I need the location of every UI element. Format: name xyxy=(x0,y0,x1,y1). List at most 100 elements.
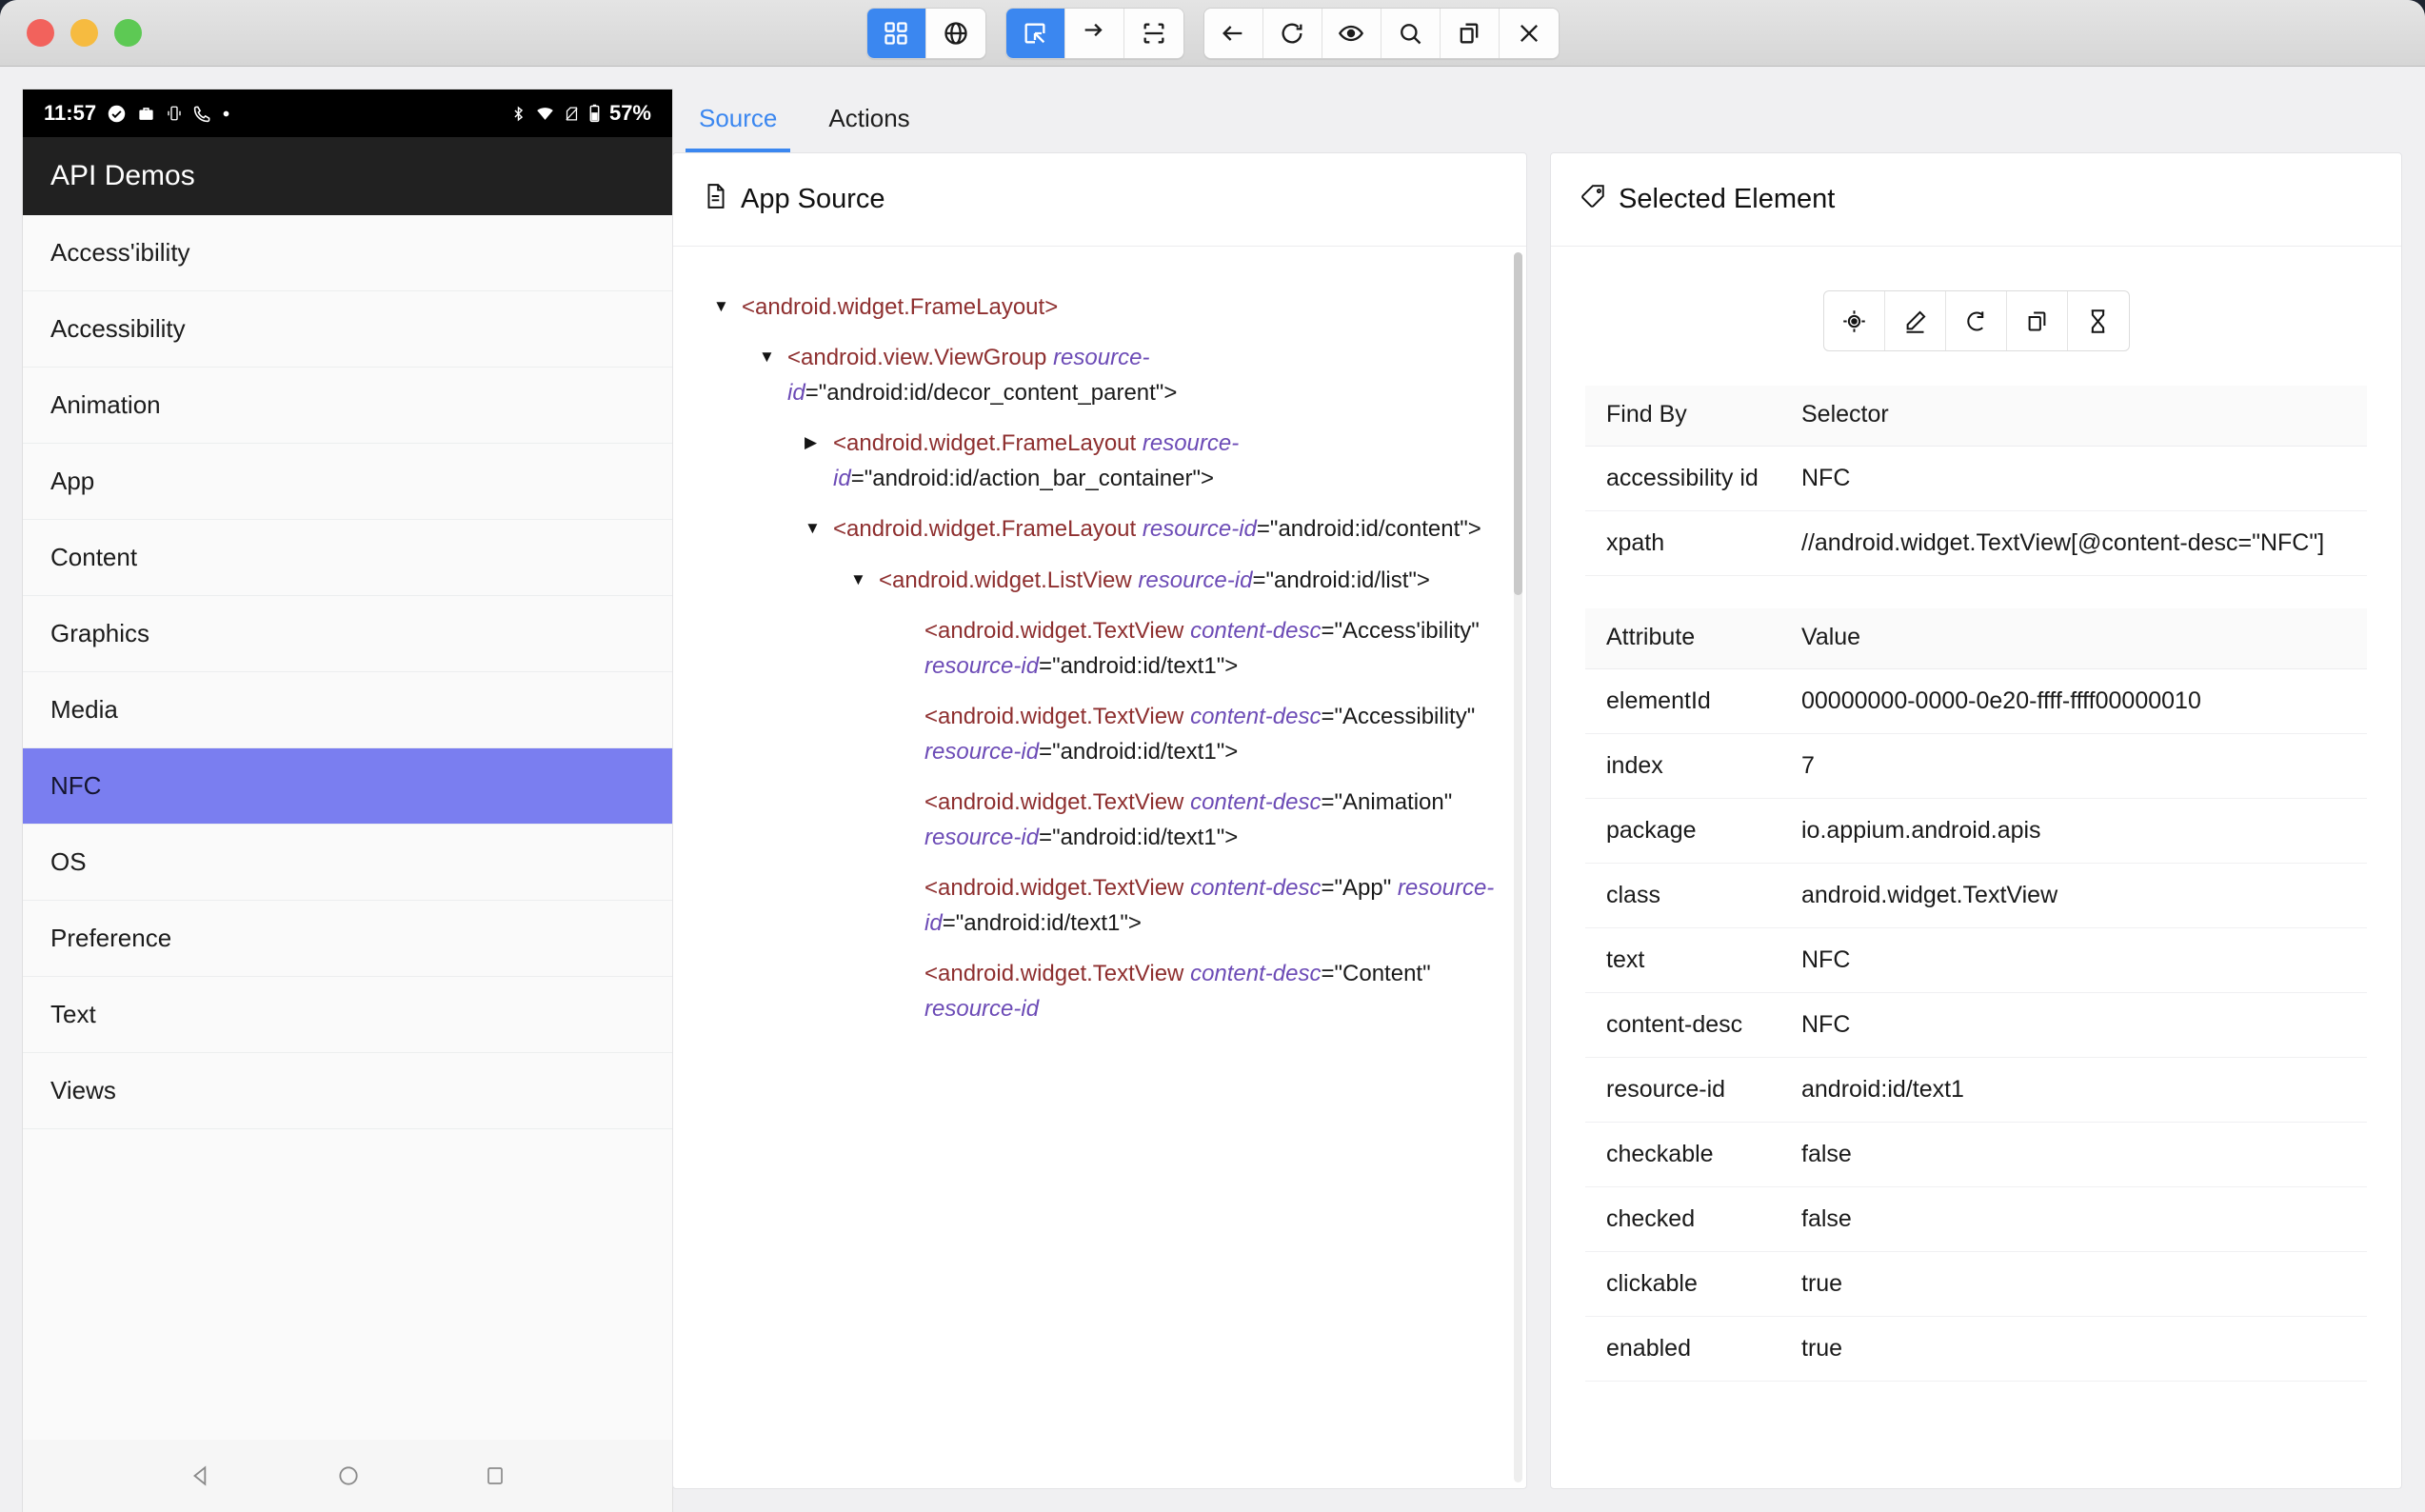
app-list-item[interactable]: Preference xyxy=(23,901,672,977)
source-tree-node[interactable]: <android.widget.TextView content-desc="A… xyxy=(896,871,1498,941)
wifi-icon xyxy=(535,105,555,123)
app-list-item[interactable]: Views xyxy=(23,1053,672,1129)
select-element-icon[interactable] xyxy=(1006,9,1065,58)
find-by-header-cell: Find By xyxy=(1585,386,1780,447)
element-actions-row xyxy=(1551,247,2401,386)
tree-spacer xyxy=(896,786,924,793)
attribute-cell: true xyxy=(1780,1252,2367,1317)
selected-element-panel: Selected Element xyxy=(1550,152,2402,1489)
attribute-row[interactable]: checkablefalse xyxy=(1585,1123,2367,1187)
attribute-row[interactable]: content-descNFC xyxy=(1585,993,2367,1058)
battery-icon xyxy=(588,104,601,123)
copy-icon[interactable] xyxy=(1441,9,1500,58)
attribute-row[interactable]: index7 xyxy=(1585,734,2367,799)
app-list-item[interactable]: Text xyxy=(23,977,672,1053)
android-app-bar: API Demos xyxy=(23,137,672,215)
source-tree-node[interactable]: <android.widget.TextView content-desc="A… xyxy=(896,700,1498,769)
swipe-icon[interactable] xyxy=(1065,9,1124,58)
source-tree-node-text: <android.widget.FrameLayout resource-id=… xyxy=(833,512,1481,547)
attribute-cell: content-desc xyxy=(1585,993,1780,1058)
bluetooth-icon xyxy=(510,105,527,123)
app-list-item[interactable]: Graphics xyxy=(23,596,672,672)
document-icon xyxy=(704,183,728,217)
grid-view-icon[interactable] xyxy=(867,9,926,58)
source-tree[interactable]: ▼<android.widget.FrameLayout>▼<android.v… xyxy=(673,247,1526,1488)
attribute-header-cell: Attribute xyxy=(1585,608,1780,669)
app-list-item[interactable]: Content xyxy=(23,520,672,596)
attribute-row[interactable]: resource-idandroid:id/text1 xyxy=(1585,1058,2367,1123)
app-list-item[interactable]: Animation xyxy=(23,368,672,444)
inspector-panels: App Source ▼<android.widget.FrameLayout>… xyxy=(672,152,2402,1512)
main-body: 11:57 xyxy=(0,67,2425,1512)
find-by-cell: //android.widget.TextView[@content-desc=… xyxy=(1780,511,2367,576)
search-icon[interactable] xyxy=(1381,9,1441,58)
source-tree-node[interactable]: ▼<android.view.ViewGroup resource-id="an… xyxy=(759,341,1498,410)
app-list-item[interactable]: NFC xyxy=(23,748,672,825)
app-list-item-label: Media xyxy=(50,695,118,725)
chevron-down-icon[interactable]: ▼ xyxy=(713,290,742,314)
app-list-item[interactable]: OS xyxy=(23,825,672,901)
find-by-row[interactable]: xpath//android.widget.TextView[@content-… xyxy=(1585,511,2367,576)
chevron-down-icon[interactable]: ▼ xyxy=(805,512,833,536)
chevron-down-icon[interactable]: ▼ xyxy=(759,341,787,365)
app-list-item[interactable]: App xyxy=(23,444,672,520)
tap-icon[interactable] xyxy=(1824,291,1885,350)
home-circle-icon[interactable] xyxy=(336,1463,361,1488)
refresh-icon[interactable] xyxy=(1263,9,1322,58)
window-titlebar xyxy=(0,0,2425,67)
app-list-item[interactable]: Access'ibility xyxy=(23,215,672,291)
chevron-right-icon[interactable]: ▶ xyxy=(805,427,833,450)
back-arrow-icon[interactable] xyxy=(1204,9,1263,58)
attribute-cell: elementId xyxy=(1585,669,1780,734)
hourglass-icon[interactable] xyxy=(2068,291,2129,350)
attribute-row[interactable]: packageio.appium.android.apis xyxy=(1585,799,2367,864)
minimize-window-button[interactable] xyxy=(70,19,98,47)
recents-square-icon[interactable] xyxy=(484,1464,507,1487)
attribute-cell: true xyxy=(1780,1317,2367,1382)
close-window-button[interactable] xyxy=(27,19,54,47)
app-list-item[interactable]: Accessibility xyxy=(23,291,672,368)
clear-undo-icon[interactable] xyxy=(1946,291,2007,350)
source-tree-scrollbar[interactable] xyxy=(1514,252,1522,1482)
globe-icon[interactable] xyxy=(926,9,985,58)
attribute-row[interactable]: textNFC xyxy=(1585,928,2367,993)
no-sim-icon xyxy=(564,105,580,123)
edit-pencil-icon[interactable] xyxy=(1885,291,1946,350)
attribute-row[interactable]: clickabletrue xyxy=(1585,1252,2367,1317)
attribute-cell: text xyxy=(1585,928,1780,993)
app-list-item-label: Access'ibility xyxy=(50,238,190,268)
attribute-cell: NFC xyxy=(1780,993,2367,1058)
dot-icon xyxy=(222,109,230,118)
app-list-item-label: Preference xyxy=(50,924,171,953)
find-by-row[interactable]: accessibility idNFC xyxy=(1585,447,2367,511)
back-triangle-icon[interactable] xyxy=(189,1463,213,1488)
attribute-cell: false xyxy=(1780,1187,2367,1252)
android-navigation-bar xyxy=(23,1440,672,1512)
close-x-icon[interactable] xyxy=(1500,9,1559,58)
app-list-item-label: Text xyxy=(50,1000,96,1029)
tap-by-coordinates-icon[interactable] xyxy=(1124,9,1183,58)
copy-attributes-icon[interactable] xyxy=(2007,291,2068,350)
attribute-row[interactable]: elementId00000000-0000-0e20-ffff-ffff000… xyxy=(1585,669,2367,734)
attribute-cell: 00000000-0000-0e20-ffff-ffff00000010 xyxy=(1780,669,2367,734)
tab-actions[interactable]: Actions xyxy=(815,104,923,152)
source-tree-node[interactable]: <android.widget.TextView content-desc="C… xyxy=(896,957,1498,1026)
source-tree-node[interactable]: ▼<android.widget.ListView resource-id="a… xyxy=(850,564,1498,598)
source-tree-node[interactable]: ▶<android.widget.FrameLayout resource-id… xyxy=(805,427,1498,496)
attribute-row[interactable]: checkedfalse xyxy=(1585,1187,2367,1252)
source-tree-node[interactable]: ▼<android.widget.FrameLayout> xyxy=(713,290,1498,325)
source-tree-node-text: <android.widget.FrameLayout> xyxy=(742,290,1058,325)
chevron-down-icon[interactable]: ▼ xyxy=(850,564,879,587)
tab-source[interactable]: Source xyxy=(686,104,790,152)
maximize-window-button[interactable] xyxy=(114,19,142,47)
app-list-item-label: Content xyxy=(50,543,137,572)
source-tree-node[interactable]: <android.widget.TextView content-desc="A… xyxy=(896,786,1498,855)
app-list-item[interactable]: Media xyxy=(23,672,672,748)
eye-icon[interactable] xyxy=(1322,9,1381,58)
device-screenshot[interactable]: 11:57 xyxy=(23,90,672,1512)
app-list-item-label: App xyxy=(50,467,94,496)
attribute-row[interactable]: classandroid.widget.TextView xyxy=(1585,864,2367,928)
source-tree-node[interactable]: <android.widget.TextView content-desc="A… xyxy=(896,614,1498,684)
source-tree-node[interactable]: ▼<android.widget.FrameLayout resource-id… xyxy=(805,512,1498,547)
attribute-row[interactable]: enabledtrue xyxy=(1585,1317,2367,1382)
